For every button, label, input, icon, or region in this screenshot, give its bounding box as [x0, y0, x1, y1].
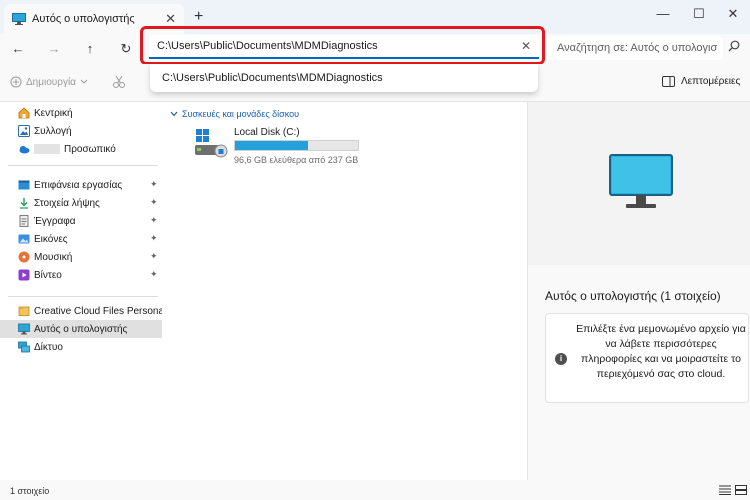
pin-icon[interactable]: ✦: [150, 197, 158, 208]
this-pc-icon: [12, 13, 26, 25]
new-button-label: Δημιουργία: [26, 76, 76, 88]
pin-icon[interactable]: ✦: [150, 269, 158, 280]
details-info-text: Επιλέξτε ένα μεμονωμένο αρχείο για να λά…: [576, 323, 746, 380]
sidebar-item-home[interactable]: Κεντρική: [0, 104, 162, 122]
this-pc-icon: [18, 323, 30, 335]
chevron-down-icon: [170, 111, 178, 117]
new-tab-button[interactable]: +: [194, 8, 203, 26]
drive-item-c[interactable]: Local Disk (C:) 96,6 GB ελεύθερα από 237…: [194, 124, 374, 166]
refresh-button[interactable]: ↻: [114, 37, 138, 61]
details-preview-area: [528, 102, 750, 265]
sidebar-item-label: Μουσική: [34, 251, 73, 263]
sidebar-item-network[interactable]: Δίκτυο: [0, 338, 162, 356]
pin-icon[interactable]: ✦: [150, 179, 158, 190]
details-title: Αυτός ο υπολογιστής (1 στοιχείο): [545, 289, 721, 303]
address-suggestion-item[interactable]: C:\Users\Public\Documents\MDMDiagnostics: [150, 64, 538, 92]
maximize-button[interactable]: ☐: [682, 4, 716, 24]
details-info-card: i Επιλέξτε ένα μεμονωμένο αρχείο για να …: [545, 313, 749, 403]
search-input[interactable]: Αναζήτηση σε: Αυτός ο υπολογισ: [547, 36, 723, 60]
sidebar-item-label: Εικόνες: [34, 233, 68, 245]
sidebar-item-label: Επιφάνεια εργασίας: [34, 179, 123, 191]
tab-close-icon[interactable]: ✕: [165, 11, 176, 27]
sidebar-item-creative-cloud[interactable]: Creative Cloud Files Personal Acc: [0, 302, 162, 320]
devices-group-header[interactable]: Συσκευές και μονάδες δίσκου: [170, 109, 299, 119]
minimize-button[interactable]: —: [646, 4, 680, 24]
sidebar-item-music[interactable]: Μουσική ✦: [0, 248, 162, 266]
videos-icon: [18, 269, 30, 281]
pictures-icon: [18, 234, 30, 244]
search-icon[interactable]: [728, 40, 740, 52]
details-pane: Αυτός ο υπολογιστής (1 στοιχείο) i Επιλέ…: [527, 102, 750, 480]
gallery-icon: [18, 125, 30, 137]
sidebar-divider: [8, 296, 158, 297]
item-count: 1 στοιχείο: [10, 486, 50, 496]
documents-icon: [19, 215, 29, 227]
sidebar-item-desktop[interactable]: Επιφάνεια εργασίας ✦: [0, 176, 162, 194]
sidebar-item-documents[interactable]: Έγγραφα ✦: [0, 212, 162, 230]
sidebar-item-this-pc[interactable]: Αυτός ο υπολογιστής: [0, 320, 162, 338]
sidebar-item-videos[interactable]: Βίντεο ✦: [0, 266, 162, 284]
this-pc-large-icon: [609, 154, 673, 208]
back-button[interactable]: ←: [6, 37, 30, 61]
details-pane-icon: [662, 76, 675, 87]
pin-icon[interactable]: ✦: [150, 233, 158, 244]
cut-icon[interactable]: [112, 75, 126, 89]
info-icon: i: [555, 353, 567, 365]
search-placeholder: Αναζήτηση σε: Αυτός ο υπολογισ: [557, 42, 718, 54]
forward-button[interactable]: →: [42, 37, 66, 61]
tab-title: Αυτός ο υπολογιστής: [32, 13, 135, 25]
hard-drive-icon: [195, 129, 228, 158]
home-icon: [18, 107, 30, 119]
sidebar-item-label: Creative Cloud Files Personal Acc: [34, 305, 162, 317]
creative-cloud-icon: [18, 306, 30, 316]
address-highlight-box: [140, 26, 545, 65]
details-view-icon[interactable]: [719, 485, 731, 495]
new-button[interactable]: Δημιουργία: [10, 76, 88, 88]
suggestion-text: C:\Users\Public\Documents\MDMDiagnostics: [162, 72, 383, 84]
group-header-label: Συσκευές και μονάδες δίσκου: [182, 109, 300, 119]
sidebar-item-label: Βίντεο: [34, 269, 62, 281]
up-button[interactable]: ↑: [78, 37, 102, 61]
pin-icon[interactable]: ✦: [150, 251, 158, 262]
music-icon: [18, 251, 30, 263]
downloads-icon: [20, 198, 28, 209]
network-icon: [18, 341, 30, 353]
sidebar-item-label: Αυτός ο υπολογιστής: [34, 323, 128, 335]
pin-icon[interactable]: ✦: [150, 215, 158, 226]
sidebar-item-onedrive[interactable]: Προσωπικό: [0, 140, 162, 158]
drive-usage-fill: [235, 141, 308, 150]
sidebar-item-label: Συλλογή: [34, 125, 72, 137]
desktop-icon: [18, 180, 30, 190]
sidebar-item-label: Προσωπικό: [64, 143, 116, 155]
chevron-down-icon: [80, 79, 88, 84]
drive-name: Local Disk (C:): [234, 127, 300, 138]
account-name-redacted: [34, 144, 60, 154]
details-button-label: Λεπτομέρειες: [681, 76, 741, 87]
plus-circle-icon: [10, 76, 22, 88]
sidebar-item-label: Δίκτυο: [34, 341, 63, 353]
sidebar-item-gallery[interactable]: Συλλογή: [0, 122, 162, 140]
sidebar-item-label: Έγγραφα: [34, 215, 76, 227]
sidebar-item-downloads[interactable]: Στοιχεία λήψης ✦: [0, 194, 162, 212]
file-list: Συσκευές και μονάδες δίσκου Local Disk (…: [162, 102, 526, 480]
drive-usage-bar: [234, 140, 359, 151]
sidebar-divider: [8, 165, 158, 166]
details-button[interactable]: Λεπτομέρειες: [662, 76, 740, 87]
sidebar-item-pictures[interactable]: Εικόνες ✦: [0, 230, 162, 248]
onedrive-icon: [19, 146, 30, 154]
drive-free-space: 96,6 GB ελεύθερα από 237 GB: [234, 155, 359, 165]
close-window-button[interactable]: ✕: [716, 4, 750, 24]
sidebar-item-label: Στοιχεία λήψης: [34, 197, 100, 209]
status-bar: 1 στοιχείο: [0, 480, 750, 500]
tiles-view-icon[interactable]: [735, 485, 747, 495]
sidebar-item-label: Κεντρική: [34, 107, 73, 119]
navigation-pane: Κεντρική Συλλογή Προσωπικό Επιφάνεια εργ…: [0, 102, 162, 480]
